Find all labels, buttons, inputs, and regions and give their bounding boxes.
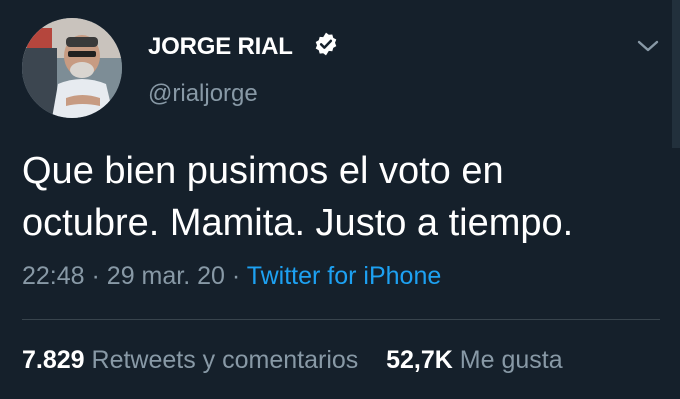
chevron-down-icon[interactable]: [636, 38, 660, 54]
avatar[interactable]: [22, 18, 122, 118]
tweet-text: Que bien pusimos el voto en octubre. Mam…: [22, 150, 574, 244]
verified-badge-icon: [315, 32, 337, 56]
likes-stat[interactable]: 52,7K Me gusta: [386, 346, 563, 374]
meta-separator: ·: [231, 262, 241, 290]
user-handle[interactable]: @rialjorge: [148, 80, 258, 108]
tweet-meta: 22:48 · 29 mar. 20 · Twitter for iPhone: [22, 262, 441, 291]
retweets-count: 7.829: [22, 346, 85, 374]
tweet-time[interactable]: 22:48: [22, 262, 85, 290]
tweet-stats: 7.829 Retweets y comentarios 52,7K Me gu…: [22, 346, 563, 375]
tweet-date[interactable]: 29 mar. 20: [107, 262, 225, 290]
retweets-stat[interactable]: 7.829 Retweets y comentarios: [22, 346, 358, 374]
likes-label: Me gusta: [459, 346, 563, 374]
retweets-label: Retweets y comentarios: [91, 346, 359, 374]
scrollbar-thumb[interactable]: [672, 0, 680, 148]
meta-separator: ·: [91, 262, 100, 290]
tweet-source-link[interactable]: Twitter for iPhone: [247, 262, 442, 290]
display-name[interactable]: JORGE RIAL: [148, 33, 293, 61]
divider: [22, 319, 660, 320]
avatar-photo: [22, 18, 122, 118]
likes-count: 52,7K: [386, 346, 453, 374]
